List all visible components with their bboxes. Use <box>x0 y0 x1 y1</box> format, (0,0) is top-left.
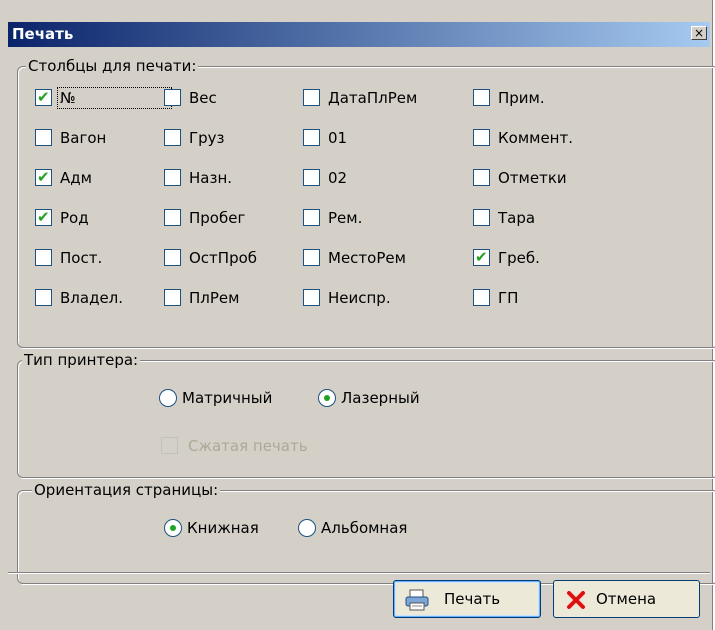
column-checkbox[interactable] <box>303 129 320 146</box>
column-checkbox[interactable]: ✔ <box>473 248 490 266</box>
print-dialog: Печать × Столбцы для печати: ✔ № Вес ДатаПл… <box>0 0 715 630</box>
cancel-x-icon <box>567 591 585 609</box>
printer-icon <box>405 589 429 611</box>
column-checkbox[interactable] <box>473 289 490 306</box>
column-checkbox[interactable]: ✔ <box>35 168 52 186</box>
close-icon: × <box>693 26 705 40</box>
column-checkbox[interactable] <box>303 249 320 266</box>
column-checkbox-label[interactable]: Вес <box>189 89 217 107</box>
columns-group: Столбцы для печати: ✔ № Вес ДатаПлРем Прим. В… <box>17 57 715 348</box>
title-bar[interactable]: Печать × <box>8 22 710 47</box>
printer-type-legend: Тип принтера: <box>22 351 141 369</box>
column-checkbox-label[interactable]: Груз <box>189 129 225 147</box>
check-icon: ✔ <box>37 168 50 186</box>
column-checkbox-label[interactable]: Прим. <box>498 89 545 107</box>
column-checkbox[interactable] <box>303 289 320 306</box>
column-checkbox-label[interactable]: МестоРем <box>328 249 406 267</box>
radio-laser-label[interactable]: Лазерный <box>341 389 420 407</box>
button-bar-separator <box>8 572 710 573</box>
column-checkbox[interactable] <box>35 249 52 266</box>
radio-portrait[interactable] <box>164 519 182 537</box>
column-checkbox-label[interactable]: Рем. <box>328 209 362 227</box>
column-checkbox[interactable] <box>303 89 320 106</box>
column-checkbox-label[interactable]: ОстПроб <box>189 249 257 267</box>
column-checkbox[interactable] <box>303 209 320 226</box>
radio-matrix-label[interactable]: Матричный <box>182 389 272 407</box>
compressed-print-label[interactable]: Сжатая печать <box>188 437 308 455</box>
column-checkbox[interactable] <box>164 249 181 266</box>
close-button[interactable]: × <box>691 26 707 40</box>
columns-group-legend: Столбцы для печати: <box>26 57 199 75</box>
check-icon: ✔ <box>37 208 50 226</box>
column-checkbox[interactable]: ✔ <box>35 88 52 106</box>
column-checkbox-label[interactable]: Тара <box>498 209 535 227</box>
compressed-print-checkbox[interactable] <box>161 437 178 454</box>
column-checkbox[interactable] <box>35 129 52 146</box>
column-checkbox[interactable] <box>473 169 490 186</box>
check-icon: ✔ <box>37 88 50 106</box>
column-checkbox-label[interactable]: 02 <box>328 169 347 187</box>
column-checkbox-label[interactable]: Пробег <box>189 209 245 227</box>
column-checkbox-label[interactable]: Коммент. <box>498 129 573 147</box>
column-checkbox-label[interactable]: Греб. <box>498 249 540 267</box>
column-checkbox[interactable] <box>473 129 490 146</box>
column-checkbox[interactable] <box>164 129 181 146</box>
check-icon: ✔ <box>475 248 488 266</box>
column-checkbox-label[interactable]: Пост. <box>60 249 102 267</box>
orientation-legend: Ориентация страницы: <box>32 481 221 499</box>
column-checkbox-label[interactable]: ДатаПлРем <box>328 89 417 107</box>
cancel-button[interactable]: Отмена <box>553 580 700 618</box>
focus-rect <box>57 87 172 109</box>
column-checkbox[interactable]: ✔ <box>35 208 52 226</box>
column-checkbox[interactable] <box>303 169 320 186</box>
print-button[interactable]: Печать <box>393 580 541 618</box>
cancel-button-label: Отмена <box>596 590 657 608</box>
column-checkbox-label[interactable]: Адм <box>60 169 92 187</box>
radio-landscape-label[interactable]: Альбомная <box>321 519 407 537</box>
column-checkbox[interactable] <box>473 89 490 106</box>
column-checkbox-label[interactable]: ПлРем <box>189 289 239 307</box>
radio-portrait-dot <box>170 525 176 531</box>
column-checkbox-label[interactable]: Вагон <box>60 129 106 147</box>
radio-landscape[interactable] <box>298 519 316 537</box>
dialog-title: Печать <box>12 25 74 43</box>
column-checkbox-label[interactable]: Владел. <box>60 289 123 307</box>
column-checkbox-label[interactable]: Неиспр. <box>328 289 391 307</box>
column-checkbox-label[interactable]: Назн. <box>189 169 232 187</box>
column-checkbox[interactable] <box>35 289 52 306</box>
orientation-group: Ориентация страницы: Книжная Альбомная <box>17 481 715 584</box>
column-checkbox[interactable] <box>164 169 181 186</box>
column-checkbox[interactable] <box>164 289 181 306</box>
print-button-label: Печать <box>444 590 501 608</box>
radio-laser-dot <box>324 395 330 401</box>
column-checkbox-label[interactable]: 01 <box>328 129 347 147</box>
column-checkbox-label[interactable]: Род <box>60 209 89 227</box>
printer-type-group: Тип принтера: Матричный Лазерный Сжатая … <box>17 351 715 478</box>
column-checkbox[interactable] <box>164 89 181 106</box>
radio-matrix[interactable] <box>159 389 177 407</box>
column-checkbox[interactable] <box>473 209 490 226</box>
column-checkbox-label[interactable]: Отметки <box>498 169 567 187</box>
radio-laser[interactable] <box>318 389 336 407</box>
radio-portrait-label[interactable]: Книжная <box>187 519 259 537</box>
column-checkbox[interactable] <box>164 209 181 226</box>
column-checkbox-label[interactable]: ГП <box>498 289 518 307</box>
